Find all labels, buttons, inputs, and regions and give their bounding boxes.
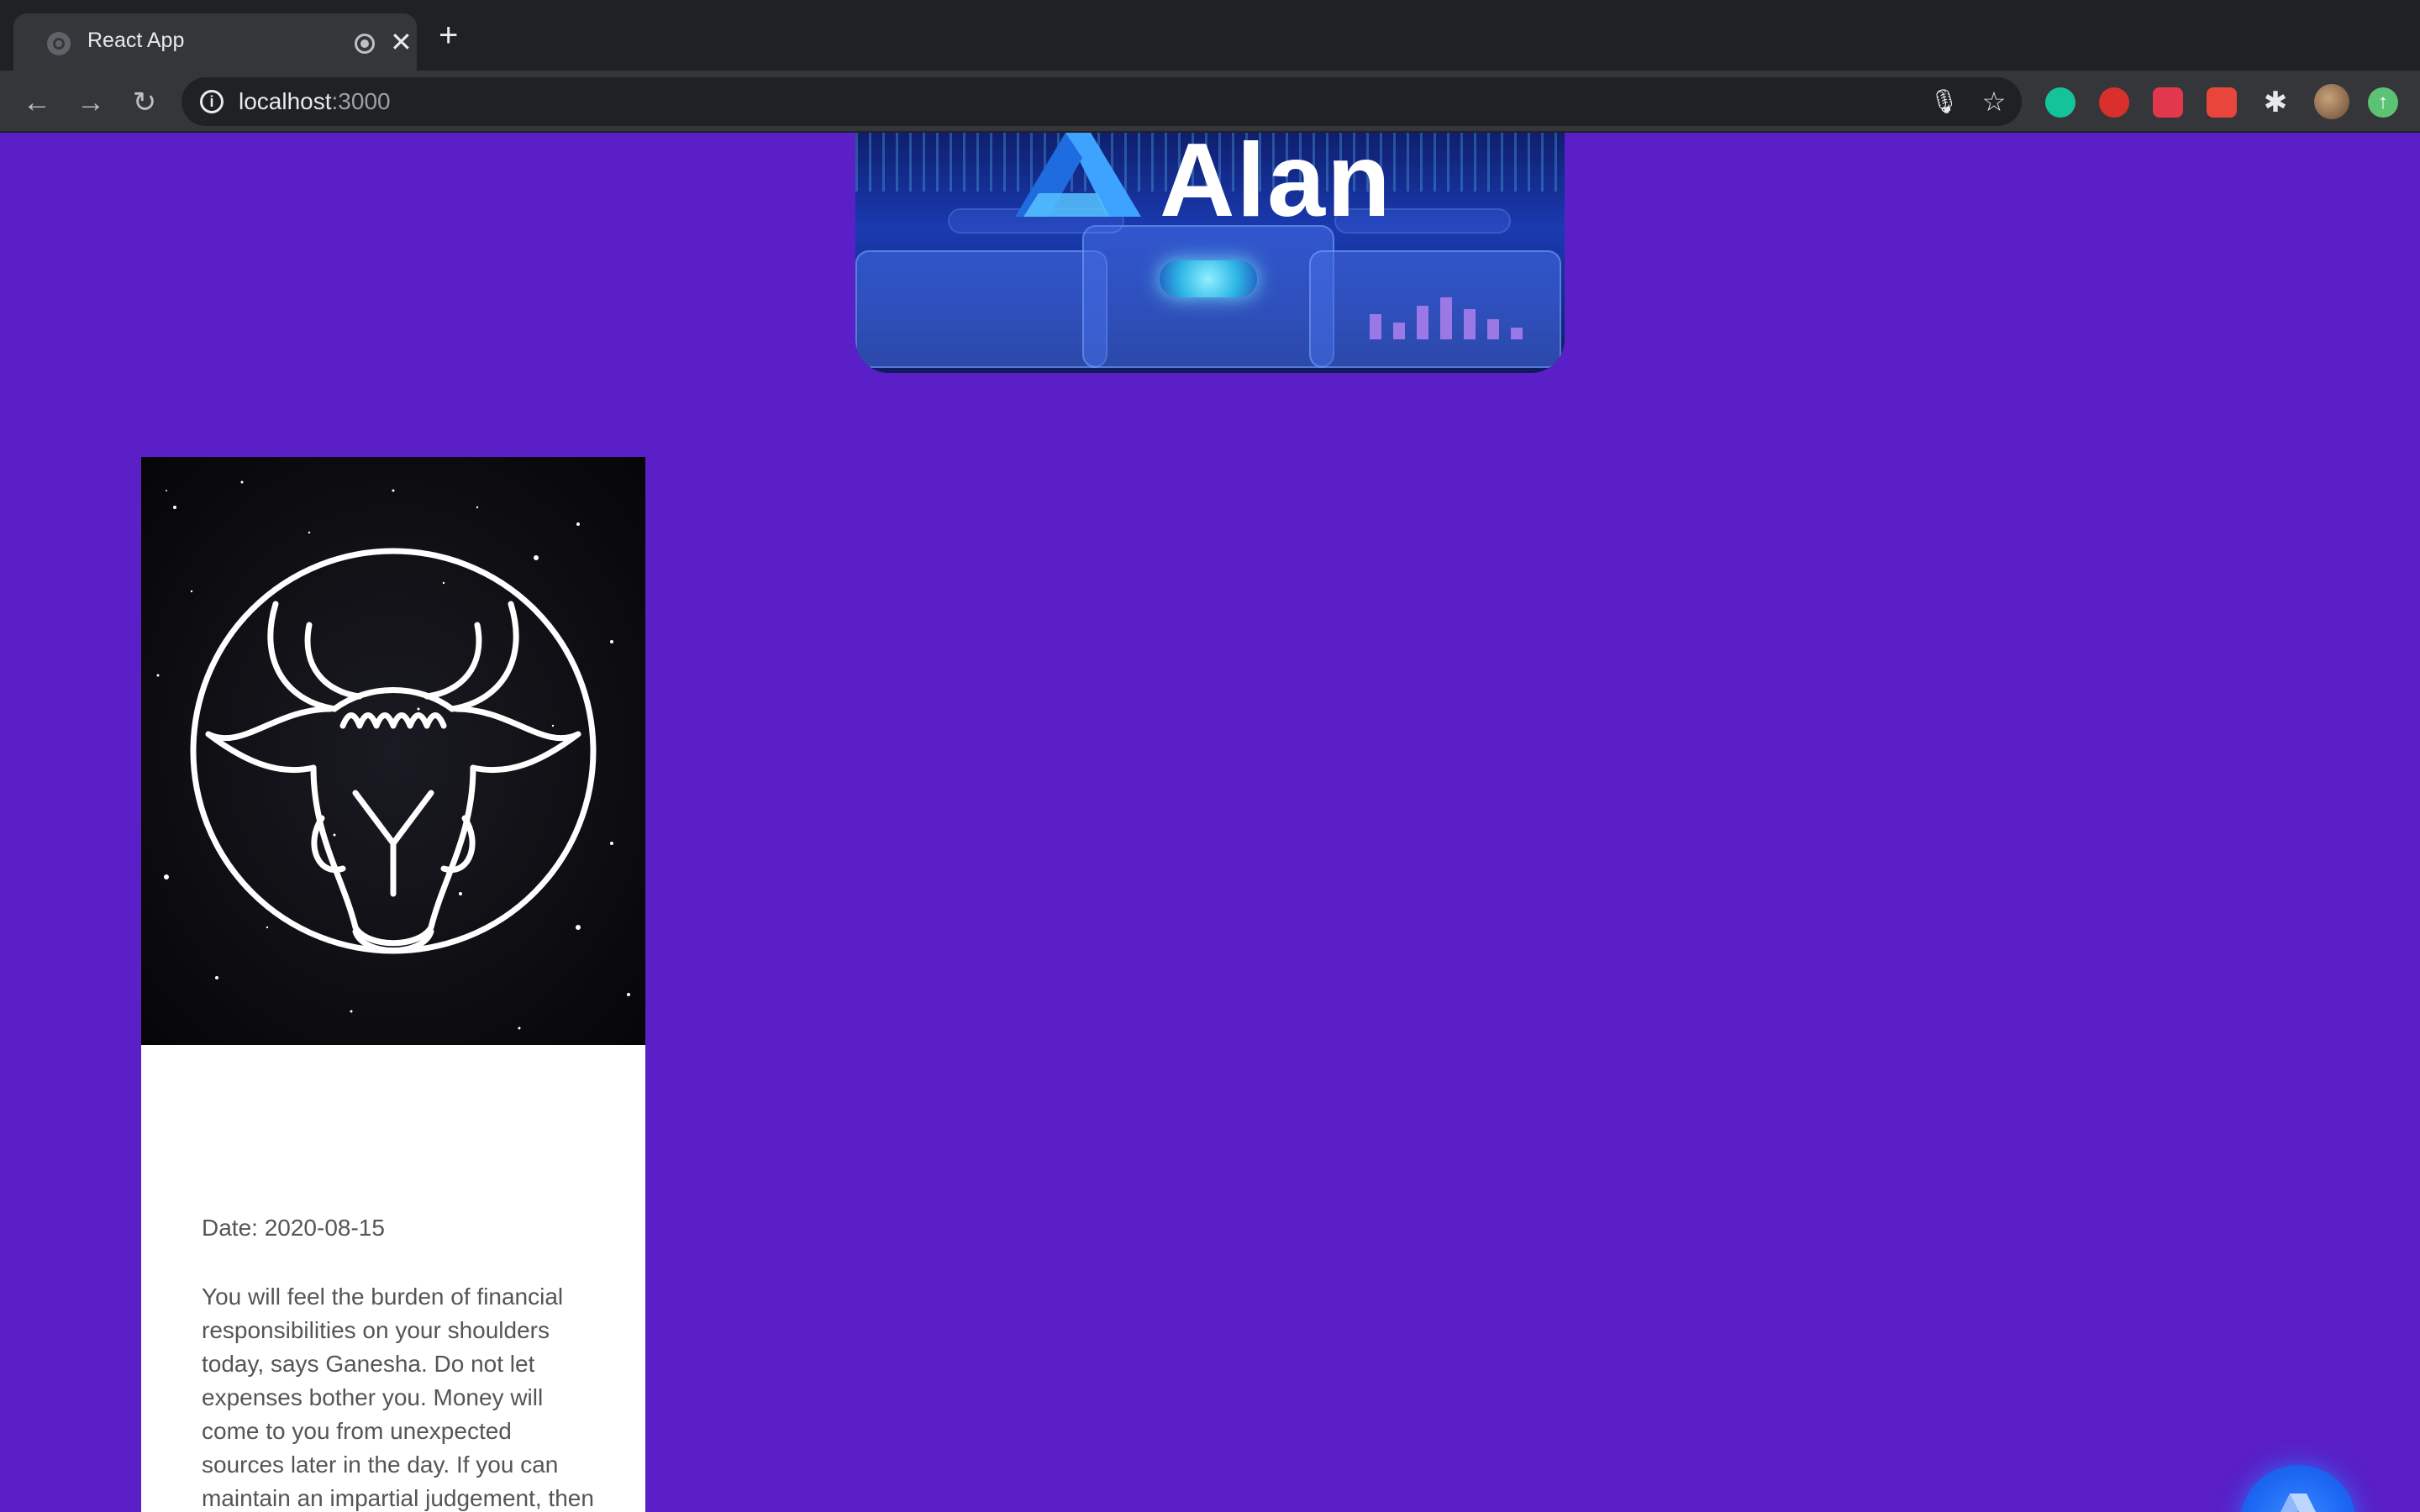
page-content: Alan Date: 2020-08-15 You will feel the … — [0, 133, 2420, 1512]
url-port: :3000 — [331, 88, 391, 114]
reload-icon[interactable]: ↻ — [128, 86, 161, 119]
url-text[interactable]: localhost:3000 — [239, 88, 391, 115]
recording-icon — [355, 34, 375, 54]
alan-voice-button[interactable] — [2240, 1465, 2356, 1512]
banner-bar — [1511, 328, 1523, 339]
adblock-extension-icon[interactable] — [2099, 87, 2129, 118]
banner-bar — [1464, 309, 1476, 339]
alan-banner: Alan — [855, 133, 1565, 373]
taurus-bull-icon — [156, 480, 630, 1030]
bookmark-star-icon[interactable]: ☆ — [1980, 86, 2008, 117]
banner-brand-text: Alan — [1160, 133, 1392, 239]
pocket-extension-icon[interactable] — [2153, 87, 2183, 118]
horoscope-date: Date: 2020-08-15 — [202, 1215, 385, 1241]
grammarly-extension-icon[interactable] — [2045, 87, 2075, 118]
microphone-icon[interactable]: 🎙 — [1929, 87, 1960, 116]
browser-tab[interactable]: React App ✕ — [13, 13, 417, 71]
alan-logo-icon — [2281, 1494, 2316, 1512]
banner-bar — [1440, 297, 1452, 339]
banner-bar — [1487, 319, 1499, 339]
banner-bar — [1370, 314, 1381, 339]
horoscope-description: You will feel the burden of financial re… — [202, 1284, 594, 1511]
new-tab-button[interactable]: + — [439, 18, 458, 52]
banner-bar — [1417, 306, 1428, 339]
globe-icon — [47, 32, 71, 55]
url-host: localhost — [239, 88, 332, 114]
extensions-puzzle-icon[interactable]: ✱ — [2260, 87, 2291, 118]
zodiac-image — [141, 457, 645, 1045]
forward-icon[interactable]: → — [74, 86, 108, 119]
extension-icon[interactable] — [2207, 87, 2237, 118]
banner-bar — [1393, 323, 1405, 339]
banner-panel-right — [1309, 250, 1561, 368]
info-icon[interactable]: i — [200, 90, 224, 113]
close-tab-icon[interactable]: ✕ — [390, 25, 413, 59]
back-icon[interactable]: ← — [20, 86, 54, 119]
tab-strip: React App ✕ + — [0, 0, 2420, 71]
banner-glow-button — [1160, 260, 1257, 297]
update-icon[interactable]: ↑ — [2368, 87, 2398, 118]
banner-panel-left — [855, 250, 1107, 368]
horoscope-card: Date: 2020-08-15 You will feel the burde… — [141, 457, 645, 1512]
address-bar[interactable]: i localhost:3000 🎙 ☆ — [182, 77, 2022, 126]
tab-title: React App — [87, 29, 185, 52]
profile-avatar[interactable] — [2314, 84, 2349, 119]
alan-logo-icon — [1015, 133, 1141, 217]
